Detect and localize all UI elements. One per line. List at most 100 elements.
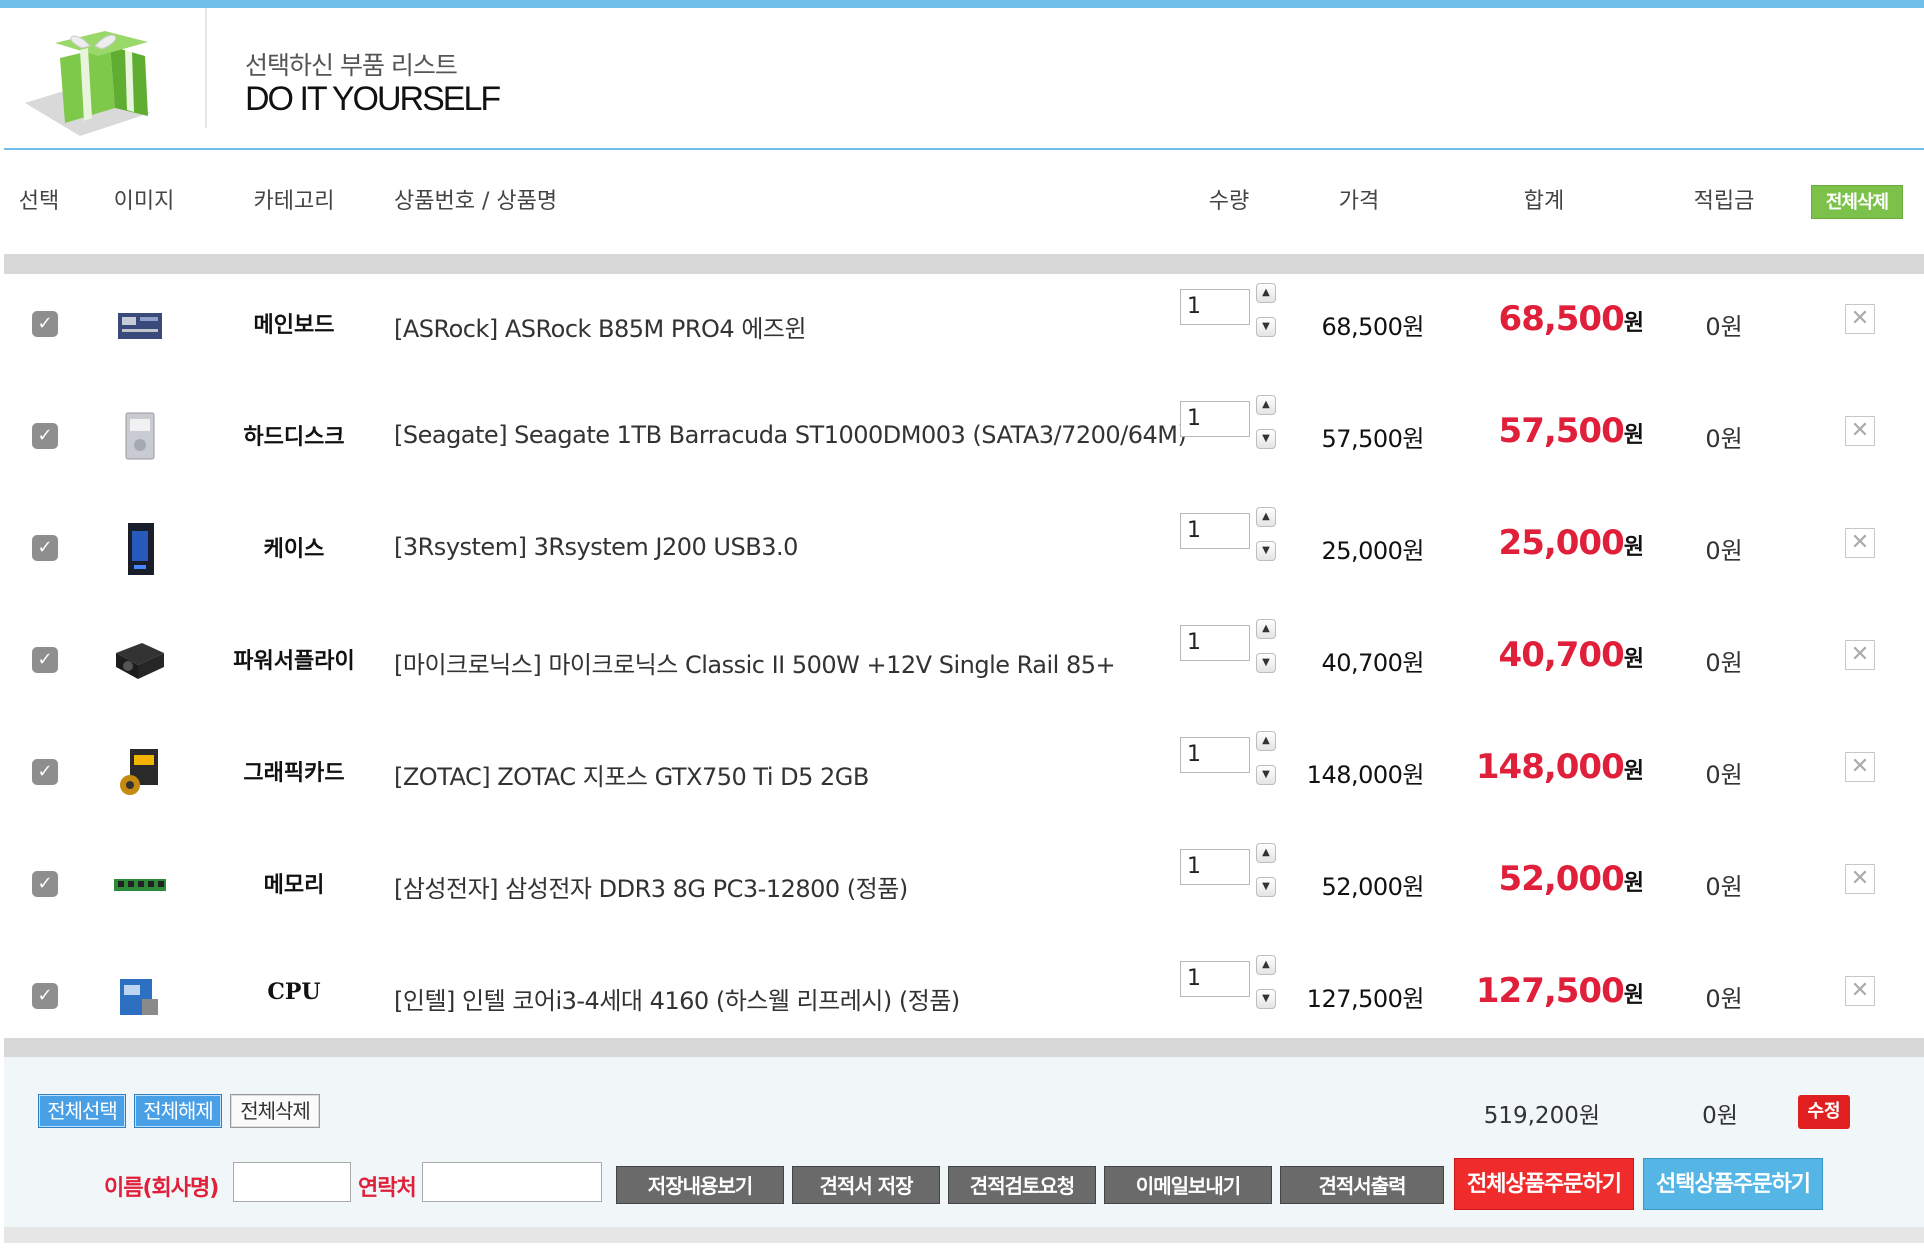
cpu-thumb [120, 979, 158, 1015]
item-total: 52,000원 [1464, 859, 1644, 899]
qty-up-icon[interactable]: ▲ [1256, 843, 1276, 863]
item-total: 68,500원 [1464, 299, 1644, 339]
delete-all-button[interactable]: 전체삭제 [230, 1094, 320, 1128]
save-quote-button[interactable]: 견적서 저장 [792, 1166, 940, 1204]
name-input[interactable] [233, 1162, 351, 1202]
item-total-value: 25,000 [1498, 523, 1625, 563]
table-bottom-band [4, 1038, 1924, 1058]
item-points: 0원 [1705, 649, 1743, 677]
item-total-value: 148,000 [1475, 747, 1625, 787]
col-total: 합계 [1523, 189, 1565, 214]
qty-input[interactable]: 1 [1180, 849, 1250, 885]
table-row: ✓ 하드디스크 [Seagate] Seagate 1TB Barracuda … [4, 385, 1924, 497]
row-checkbox[interactable]: ✓ [32, 983, 58, 1009]
qty-input[interactable]: 1 [1180, 737, 1250, 773]
item-price: 57,500원 [1321, 425, 1424, 453]
item-category: 파워서플라이 [233, 648, 355, 674]
item-total: 40,700원 [1464, 635, 1644, 675]
page-bottom-band [4, 1227, 1924, 1243]
order-all-button[interactable]: 전체상품주문하기 [1454, 1158, 1634, 1210]
item-name[interactable]: [마이크로닉스] 마이크로닉스 Classic II 500W +12V Sin… [394, 645, 1116, 680]
close-icon[interactable]: ✕ [1845, 864, 1875, 894]
item-name[interactable]: [ASRock] ASRock B85M PRO4 에즈윈 [394, 309, 807, 344]
qty-input[interactable]: 1 [1180, 513, 1250, 549]
qty-down-icon[interactable]: ▼ [1256, 765, 1276, 785]
logo-divider [205, 8, 207, 128]
motherboard-thumb [118, 313, 162, 339]
order-selected-button[interactable]: 선택상품주문하기 [1643, 1158, 1823, 1210]
item-category: CPU [267, 979, 321, 1005]
item-points: 0원 [1705, 537, 1743, 565]
qty-down-icon[interactable]: ▼ [1256, 653, 1276, 673]
qty-input[interactable]: 1 [1180, 401, 1250, 437]
item-total-unit: 원 [1623, 871, 1644, 896]
item-category: 그래픽카드 [243, 760, 345, 786]
select-all-button[interactable]: 전체선택 [38, 1094, 126, 1128]
row-checkbox[interactable]: ✓ [32, 423, 58, 449]
col-image: 이미지 [113, 189, 175, 214]
item-total-unit: 원 [1623, 311, 1644, 336]
item-total-value: 127,500 [1475, 971, 1625, 1011]
qty-up-icon[interactable]: ▲ [1256, 395, 1276, 415]
qty-down-icon[interactable]: ▼ [1256, 429, 1276, 449]
item-name[interactable]: [ZOTAC] ZOTAC 지포스 GTX750 Ti D5 2GB [394, 757, 869, 792]
col-price: 가격 [1338, 189, 1380, 214]
row-checkbox[interactable]: ✓ [32, 647, 58, 673]
header: 선택하신 부품 리스트 DO IT YOURSELF [0, 8, 1924, 148]
item-price: 148,000원 [1306, 761, 1425, 789]
qty-up-icon[interactable]: ▲ [1256, 955, 1276, 975]
qty-up-icon[interactable]: ▲ [1256, 507, 1276, 527]
contact-input[interactable] [422, 1162, 602, 1202]
close-icon[interactable]: ✕ [1845, 640, 1875, 670]
qty-down-icon[interactable]: ▼ [1256, 317, 1276, 337]
request-review-button[interactable]: 견적검토요청 [948, 1166, 1096, 1204]
item-total: 127,500원 [1464, 971, 1644, 1011]
item-total: 148,000원 [1464, 747, 1644, 787]
contact-label: 연락처 [358, 1176, 417, 1201]
print-quote-button[interactable]: 견적서출력 [1280, 1166, 1444, 1204]
close-icon[interactable]: ✕ [1845, 752, 1875, 782]
item-price: 68,500원 [1321, 313, 1424, 341]
item-name[interactable]: [삼성전자] 삼성전자 DDR3 8G PC3-12800 (정품) [394, 869, 908, 904]
item-total-unit: 원 [1623, 647, 1644, 672]
item-points: 0원 [1705, 761, 1743, 789]
hdd-thumb [125, 412, 155, 460]
deselect-all-button[interactable]: 전체해제 [134, 1094, 222, 1128]
col-select: 선택 [18, 189, 60, 214]
qty-down-icon[interactable]: ▼ [1256, 541, 1276, 561]
col-product: 상품번호 / 상품명 [394, 189, 558, 214]
item-category: 메모리 [263, 872, 325, 898]
close-icon[interactable]: ✕ [1845, 304, 1875, 334]
row-checkbox[interactable]: ✓ [32, 759, 58, 785]
table-row: ✓ 파워서플라이 [마이크로닉스] 마이크로닉스 Classic II 500W… [4, 609, 1924, 721]
edit-button[interactable]: 수정 [1798, 1095, 1850, 1129]
item-total-value: 40,700 [1498, 635, 1625, 675]
row-checkbox[interactable]: ✓ [32, 535, 58, 561]
item-price: 40,700원 [1321, 649, 1424, 677]
qty-up-icon[interactable]: ▲ [1256, 283, 1276, 303]
table-row: ✓ 케이스 [3Rsystem] 3Rsystem J200 USB3.0 1 … [4, 497, 1924, 609]
delete-all-header-button[interactable]: 전체삭제 [1811, 185, 1903, 219]
item-price: 52,000원 [1321, 873, 1424, 901]
close-icon[interactable]: ✕ [1845, 528, 1875, 558]
psu-thumb [116, 643, 164, 679]
table-row: ✓ 메모리 [삼성전자] 삼성전자 DDR3 8G PC3-12800 (정품)… [4, 833, 1924, 945]
qty-input[interactable]: 1 [1180, 625, 1250, 661]
col-qty: 수량 [1208, 189, 1250, 214]
qty-down-icon[interactable]: ▼ [1256, 877, 1276, 897]
qty-input[interactable]: 1 [1180, 961, 1250, 997]
close-icon[interactable]: ✕ [1845, 976, 1875, 1006]
qty-up-icon[interactable]: ▲ [1256, 619, 1276, 639]
qty-up-icon[interactable]: ▲ [1256, 731, 1276, 751]
item-name[interactable]: [3Rsystem] 3Rsystem J200 USB3.0 [394, 533, 798, 561]
item-name[interactable]: [인텔] 인텔 코어i3-4세대 4160 (하스웰 리프레시) (정품) [394, 981, 960, 1016]
item-total: 57,500원 [1464, 411, 1644, 451]
send-email-button[interactable]: 이메일보내기 [1104, 1166, 1272, 1204]
item-name[interactable]: [Seagate] Seagate 1TB Barracuda ST1000DM… [394, 421, 1187, 449]
row-checkbox[interactable]: ✓ [32, 311, 58, 337]
qty-input[interactable]: 1 [1180, 289, 1250, 325]
close-icon[interactable]: ✕ [1845, 416, 1875, 446]
qty-down-icon[interactable]: ▼ [1256, 989, 1276, 1009]
row-checkbox[interactable]: ✓ [32, 871, 58, 897]
view-saved-button[interactable]: 저장내용보기 [616, 1166, 784, 1204]
